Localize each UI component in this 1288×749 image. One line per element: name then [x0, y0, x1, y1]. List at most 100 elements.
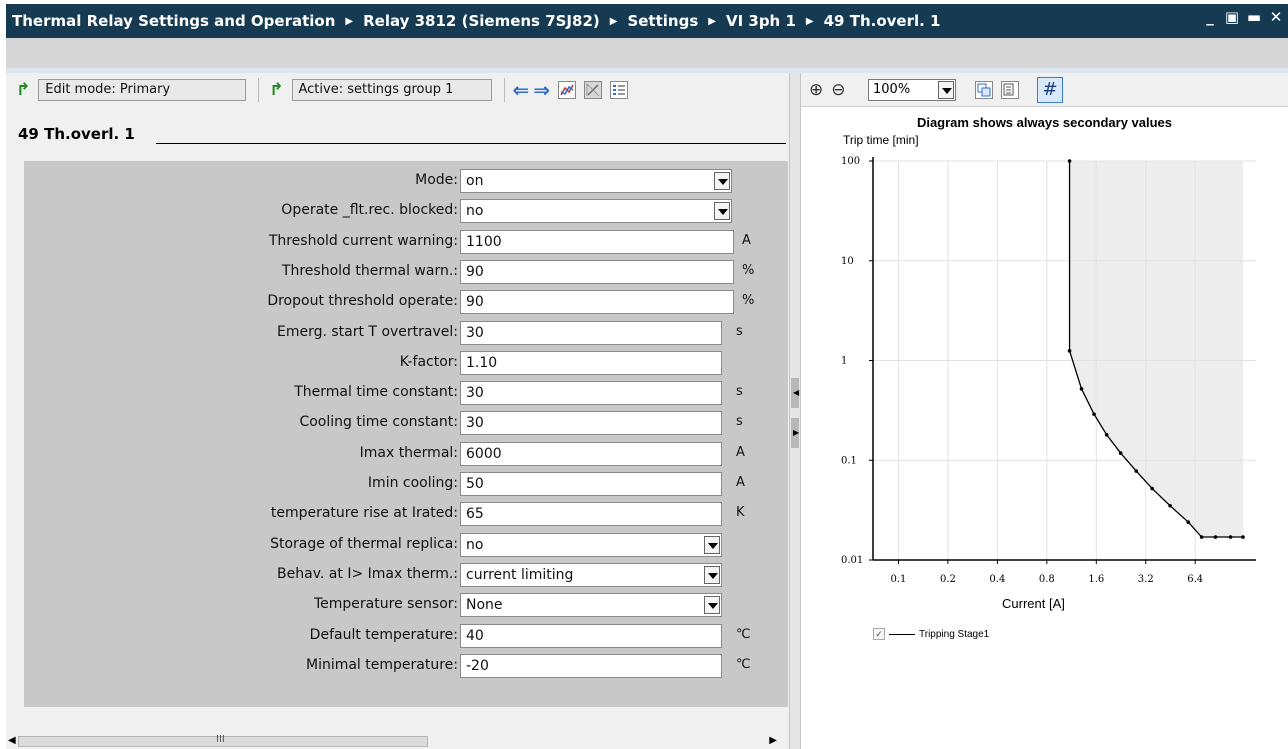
form-row: Imin cooling: 50 A — [24, 472, 788, 496]
setting-dropdown[interactable]: no — [460, 199, 732, 224]
chevron-down-icon[interactable] — [704, 535, 720, 554]
chevron-down-icon[interactable] — [704, 596, 720, 615]
setting-input[interactable]: -20 — [460, 653, 722, 678]
setting-input[interactable]: 30 — [460, 411, 722, 436]
breadcrumb-item[interactable]: Relay 3812 (Siemens 7SJ82) — [363, 12, 600, 30]
x-tick-label: 3.2 — [1138, 574, 1154, 585]
setting-input[interactable]: 30 — [460, 381, 722, 406]
chevron-down-icon[interactable] — [714, 202, 730, 221]
chart-legend: ✓ Tripping Stage1 — [873, 628, 989, 640]
legend-label: Tripping Stage1 — [919, 628, 990, 640]
form-row: Thermal time constant: 30 s — [24, 381, 788, 406]
setting-dropdown[interactable]: no — [460, 532, 722, 557]
breadcrumb: Thermal Relay Settings and Operation ▶ R… — [6, 4, 1288, 38]
x-tick-label: 0.1 — [890, 574, 906, 585]
edit-diagram-icon[interactable] — [584, 81, 603, 99]
chevron-down-icon[interactable] — [704, 565, 720, 584]
form-row: Threshold thermal warn.: 90% — [24, 259, 788, 284]
field-value: 30 — [466, 385, 484, 402]
setting-dropdown[interactable]: on — [460, 169, 732, 193]
collapse-right-button[interactable]: ▶ — [791, 418, 799, 448]
field-value: 30 — [466, 324, 484, 341]
setting-input[interactable]: 1.10 — [460, 350, 722, 375]
series-point — [1104, 432, 1109, 437]
field-value: None — [466, 597, 503, 614]
active-group-arrow-icon[interactable]: ↱ — [269, 80, 283, 100]
form-row: Imax thermal: 6000 A — [24, 441, 788, 466]
y-tick-label: 1 — [841, 356, 847, 367]
chevron-down-icon[interactable] — [938, 81, 954, 99]
setting-input[interactable]: 50 — [460, 472, 722, 496]
series-point — [1228, 535, 1233, 539]
series-point — [1168, 503, 1172, 508]
field-label: Minimal temperature: — [305, 656, 458, 673]
edit-mode-arrow-icon[interactable]: ↱ — [16, 80, 30, 100]
compare-diagram-icon[interactable] — [558, 81, 577, 99]
copy-diagram-icon[interactable] — [1001, 81, 1019, 99]
restore-icon[interactable]: ▣ — [1224, 8, 1240, 26]
breadcrumb-item[interactable]: VI 3ph 1 — [726, 12, 796, 30]
series-point — [1134, 469, 1139, 473]
form-row: Mode: on — [24, 169, 788, 193]
collapse-left-icon: ◀ — [793, 388, 800, 397]
setting-dropdown[interactable]: current limiting — [460, 562, 722, 587]
scroll-left-icon[interactable]: ◀ — [8, 735, 16, 746]
grid-toggle-icon[interactable]: # — [1037, 77, 1063, 103]
breadcrumb-item[interactable]: Thermal Relay Settings and Operation — [12, 12, 335, 30]
field-value: 1100 — [466, 233, 502, 250]
forward-arrow-icon[interactable]: ⇒ — [533, 80, 550, 100]
field-label: Temperature sensor: — [314, 596, 458, 613]
active-group-field[interactable]: Active: settings group 1 — [291, 79, 492, 101]
setting-input[interactable]: 90 — [460, 290, 734, 315]
x-tick-label: 0.8 — [1039, 574, 1055, 585]
series-point — [1067, 349, 1072, 353]
setting-input[interactable]: 65 — [460, 502, 722, 527]
breadcrumb-separator-icon: ▶ — [805, 15, 814, 27]
form-row: Emerg. start T overtravel: 30 s — [24, 320, 788, 345]
breadcrumb-item[interactable]: Settings — [627, 12, 698, 30]
y-tick-label: 100 — [841, 156, 860, 167]
setting-input[interactable]: 30 — [460, 320, 722, 345]
trip-time-chart: Diagram shows always secondary values Tr… — [801, 107, 1288, 749]
zoom-out-icon[interactable]: ⊖ — [831, 80, 845, 100]
export-diagram-icon[interactable] — [975, 81, 993, 99]
field-value: no — [466, 203, 484, 220]
back-arrow-icon[interactable]: ⇐ — [513, 80, 530, 100]
chevron-down-icon[interactable] — [714, 172, 730, 190]
list-view-icon[interactable] — [610, 81, 629, 99]
form-row: K-factor: 1.10 — [24, 350, 788, 375]
minimize-icon[interactable]: _ — [1202, 8, 1218, 26]
pane-splitter[interactable]: ◀ ▶ — [789, 73, 801, 749]
setting-input[interactable]: 40 — [460, 623, 722, 648]
maximize-icon[interactable]: ▬ — [1246, 8, 1262, 26]
trip-region — [1069, 161, 1243, 538]
setting-input[interactable]: 90 — [460, 259, 734, 284]
edit-mode-field[interactable]: Edit mode: Primary — [38, 79, 247, 101]
zoom-select[interactable]: 100% — [868, 79, 956, 101]
field-label: Dropout threshold operate: — [267, 293, 458, 310]
series-point — [1186, 520, 1190, 524]
field-label: Mode: — [415, 172, 458, 188]
x-tick-label: 1.6 — [1088, 574, 1104, 585]
close-icon[interactable]: ✕ — [1268, 8, 1284, 26]
field-value: current limiting — [466, 566, 574, 583]
field-label: Threshold current warning: — [268, 232, 458, 249]
collapse-left-button[interactable]: ◀ — [791, 378, 799, 408]
window-controls: _ ▣ ▬ ✕ — [1202, 8, 1284, 26]
title-bar: Thermal Relay Settings and Operation ▶ R… — [0, 0, 1288, 40]
series-point — [1079, 387, 1084, 391]
setting-dropdown[interactable]: None — [460, 593, 722, 618]
setting-input[interactable]: 1100 — [460, 229, 734, 254]
field-unit: A — [736, 475, 745, 490]
zoom-in-icon[interactable]: ⊕ — [809, 80, 823, 100]
horizontal-scrollbar[interactable]: ◀ III ▶ — [6, 734, 789, 749]
breadcrumb-item[interactable]: 49 Th.overl. 1 — [824, 12, 941, 30]
setting-input[interactable]: 6000 — [460, 441, 722, 466]
legend-checkbox[interactable]: ✓ — [873, 628, 885, 640]
field-label: Behav. at I> Imax therm.: — [277, 565, 458, 582]
series-point — [1092, 412, 1096, 416]
form-row: Cooling time constant: 30 s — [24, 411, 788, 436]
breadcrumb-separator-icon: ▶ — [609, 15, 618, 27]
section-divider — [156, 143, 786, 144]
scroll-right-icon[interactable]: ▶ — [769, 735, 777, 746]
